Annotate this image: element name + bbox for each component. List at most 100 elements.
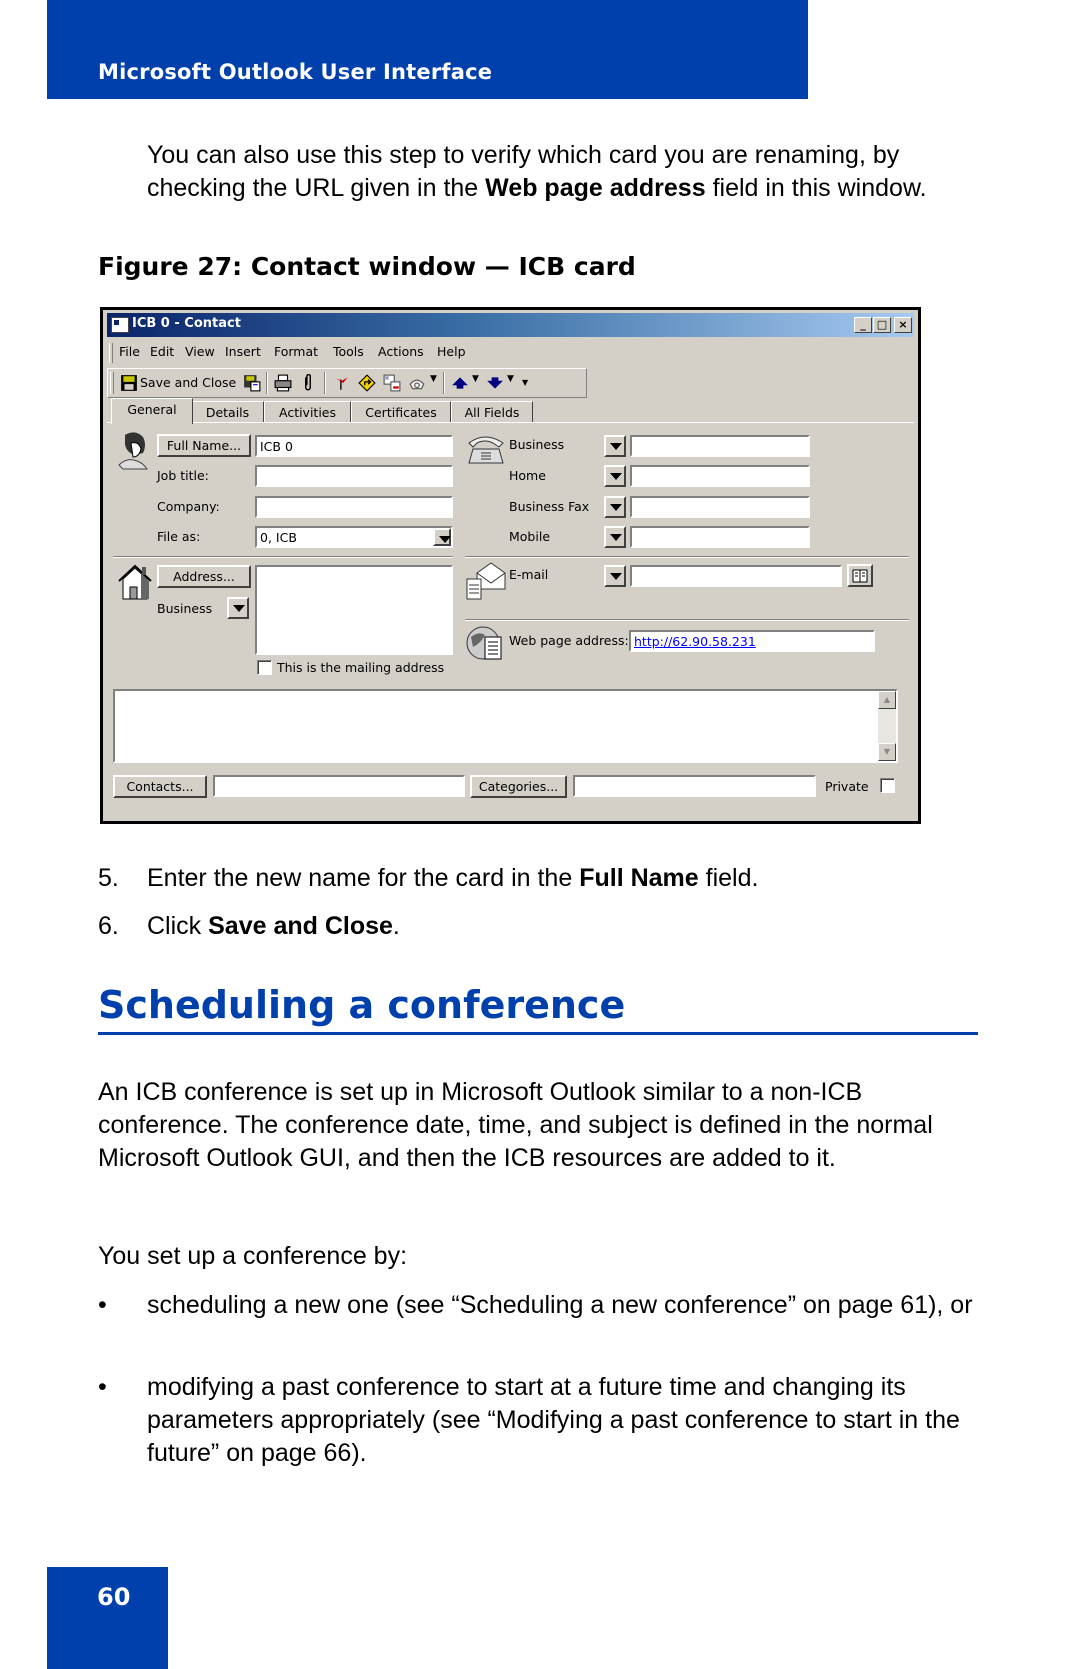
- address-textarea[interactable]: [255, 565, 453, 655]
- previous-item-icon[interactable]: [451, 374, 469, 392]
- phone-mobile-field[interactable]: [630, 526, 810, 548]
- divider: [465, 619, 909, 621]
- phone-business-dropdown[interactable]: [604, 435, 626, 457]
- contact-window: ICB 0 - Contact _ □ × File Edit View Ins…: [100, 307, 921, 824]
- title-bar[interactable]: ICB 0 - Contact _ □ ×: [107, 313, 914, 337]
- toolbar-separator: [266, 372, 268, 394]
- bullet-text: scheduling a new one (see “Scheduling a …: [147, 1291, 973, 1319]
- next-item-dropdown-arrow[interactable]: ▼: [507, 374, 514, 384]
- save-as-icon[interactable]: [243, 374, 261, 392]
- email-type-dropdown[interactable]: [604, 565, 626, 587]
- menu-actions[interactable]: Actions: [378, 344, 424, 359]
- categories-button[interactable]: Categories...: [470, 775, 567, 798]
- phone-business-fax-field[interactable]: [630, 496, 810, 518]
- toolbar-separator: [443, 372, 445, 394]
- full-name-button[interactable]: Full Name...: [157, 434, 251, 457]
- address-type-label: Business: [157, 601, 213, 616]
- menu-tools[interactable]: Tools: [333, 344, 364, 359]
- follow-up-icon[interactable]: [358, 374, 376, 392]
- flag-icon[interactable]: [333, 374, 351, 392]
- notes-textarea[interactable]: ▲ ▼: [113, 689, 898, 763]
- notes-scrollbar[interactable]: ▲ ▼: [878, 691, 896, 761]
- step-6: 6.: [98, 910, 119, 943]
- close-button[interactable]: ×: [894, 317, 912, 333]
- scroll-up-button[interactable]: ▲: [878, 691, 896, 709]
- intro-paragraph: You can also use this step to verify whi…: [147, 139, 987, 205]
- phone-mobile-dropdown[interactable]: [604, 526, 626, 548]
- step-5-bold: Full Name: [579, 864, 699, 892]
- menu-grip-handle[interactable]: [109, 343, 113, 363]
- menu-file[interactable]: File: [119, 344, 140, 359]
- intro-text-after: field in this window.: [705, 174, 927, 202]
- web-page-address-link[interactable]: http://62.90.58.231: [634, 634, 756, 649]
- file-as-combobox[interactable]: 0, ICB: [255, 526, 453, 548]
- save-and-close-button[interactable]: Save and Close: [118, 371, 241, 395]
- company-label: Company:: [157, 499, 220, 514]
- divider: [465, 556, 909, 558]
- contacts-button[interactable]: Contacts...: [113, 775, 207, 798]
- tab-general[interactable]: General: [111, 398, 193, 424]
- menu-insert[interactable]: Insert: [225, 344, 261, 359]
- step-5-text: Enter the new name for the card in the F…: [147, 864, 759, 892]
- step-5: 5.: [98, 862, 119, 895]
- toolbar-options-chevron[interactable]: ▼: [522, 378, 528, 387]
- tab-activities[interactable]: Activities: [264, 401, 351, 423]
- menu-format[interactable]: Format: [274, 344, 318, 359]
- file-as-label: File as:: [157, 529, 201, 544]
- section-paragraph-2: You set up a conference by:: [98, 1242, 408, 1270]
- section-heading-rule: [98, 1032, 978, 1035]
- contacts-field[interactable]: [213, 775, 465, 797]
- email-field[interactable]: [630, 565, 842, 587]
- maximize-button[interactable]: □: [873, 317, 891, 333]
- menu-help[interactable]: Help: [437, 344, 466, 359]
- email-label: E-mail: [509, 567, 549, 582]
- web-page-address-field[interactable]: http://62.90.58.231: [629, 630, 875, 652]
- divider: [113, 556, 453, 558]
- address-type-dropdown-button[interactable]: [227, 597, 249, 619]
- print-icon[interactable]: [274, 374, 292, 392]
- menu-bar: File Edit View Insert Format Tools Actio…: [107, 340, 914, 366]
- phone-dial-icon[interactable]: [408, 374, 426, 392]
- categories-field[interactable]: [573, 775, 816, 797]
- phone-dial-dropdown-arrow[interactable]: ▼: [430, 374, 437, 384]
- file-as-dropdown-button[interactable]: [433, 528, 451, 546]
- toolbar-separator: [324, 372, 326, 394]
- email-icon: [466, 562, 506, 600]
- menu-edit[interactable]: Edit: [150, 344, 174, 359]
- section-heading: Scheduling a conference: [98, 983, 626, 1027]
- figure-caption: Figure 27: Contact window — ICB card: [98, 252, 636, 281]
- tab-all-fields[interactable]: All Fields: [451, 401, 533, 423]
- person-icon: [118, 432, 148, 470]
- bullet-glyph: •: [98, 1373, 107, 1401]
- telephone-icon: [468, 436, 504, 464]
- company-field[interactable]: [255, 496, 453, 518]
- tab-details[interactable]: Details: [191, 401, 264, 423]
- toolbar-grip-handle[interactable]: [110, 372, 114, 394]
- web-page-globe-icon: [466, 626, 502, 660]
- next-item-icon[interactable]: [486, 374, 504, 392]
- phone-home-label: Home: [509, 468, 546, 483]
- private-checkbox[interactable]: [880, 778, 895, 793]
- phone-home-dropdown[interactable]: [604, 465, 626, 487]
- full-name-field[interactable]: ICB 0: [255, 435, 453, 457]
- scroll-down-button[interactable]: ▼: [878, 743, 896, 761]
- phone-business-field[interactable]: [630, 435, 810, 457]
- address-button[interactable]: Address...: [157, 565, 251, 588]
- tab-certificates[interactable]: Certificates: [351, 401, 451, 423]
- bullet-glyph: •: [98, 1291, 107, 1319]
- phone-home-field[interactable]: [630, 465, 810, 487]
- new-meeting-icon[interactable]: [383, 374, 401, 392]
- job-title-label: Job title:: [157, 468, 209, 483]
- house-icon: [118, 564, 152, 600]
- section-paragraph-1: An ICB conference is set up in Microsoft…: [98, 1078, 933, 1172]
- menu-view[interactable]: View: [185, 344, 215, 359]
- step-6-bold: Save and Close: [208, 912, 393, 940]
- minimize-button[interactable]: _: [854, 317, 872, 333]
- mailing-address-checkbox[interactable]: [257, 660, 272, 675]
- phone-business-fax-dropdown[interactable]: [604, 496, 626, 518]
- address-book-button[interactable]: [847, 564, 873, 587]
- job-title-field[interactable]: [255, 465, 453, 487]
- previous-item-dropdown-arrow[interactable]: ▼: [472, 374, 479, 384]
- contact-card-icon: [111, 317, 129, 333]
- paperclip-icon[interactable]: [299, 374, 317, 392]
